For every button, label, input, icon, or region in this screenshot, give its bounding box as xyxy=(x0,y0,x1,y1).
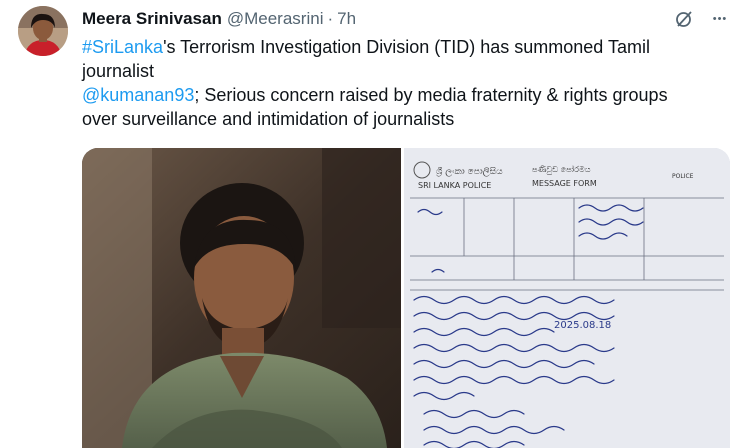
hashtag-link[interactable]: #SriLanka xyxy=(82,37,163,57)
form-date: 2025.08.18 xyxy=(554,320,611,331)
media-grid: ශ්‍රී ලංකා පොලිසිය SRI LANKA POLICE පණිව… xyxy=(82,148,730,448)
form-header-sinhala: ශ්‍රී ලංකා පොලිසිය xyxy=(435,166,503,177)
more-icon[interactable]: ••• xyxy=(709,8,731,30)
separator-dot: · xyxy=(327,9,334,28)
tweet-text-segment: 's Terrorism Investigation Division (TID… xyxy=(163,37,650,57)
tweet-text-line-2: journalist xyxy=(82,61,155,81)
message-form-image: ශ්‍රී ලංකා පොලිසිය SRI LANKA POLICE පණිව… xyxy=(404,148,730,448)
tweet-header: Meera Srinivasan @Meerasrini · 7h xyxy=(82,8,356,30)
tweet-text: #SriLanka's Terrorism Investigation Divi… xyxy=(82,35,732,131)
form-police-label: POLICE xyxy=(672,173,694,180)
author-name[interactable]: Meera Srinivasan xyxy=(82,9,222,29)
form-header-en: SRI LANKA POLICE xyxy=(418,181,491,190)
avatar-image xyxy=(18,6,68,56)
tweet-text-line-4: over surveillance and intimidation of jo… xyxy=(82,109,455,129)
tweet[interactable]: Meera Srinivasan @Meerasrini · 7h ••• #S… xyxy=(0,0,749,448)
tweet-text-line-3: @kumanan93; Serious concern raised by me… xyxy=(82,83,732,107)
grok-icon[interactable] xyxy=(673,8,695,30)
form-title-en: MESSAGE FORM xyxy=(532,179,597,188)
journalist-photo-image xyxy=(82,148,401,448)
avatar[interactable] xyxy=(18,6,68,56)
tweet-text-line-1: #SriLanka's Terrorism Investigation Divi… xyxy=(82,35,732,59)
journalist-photo[interactable] xyxy=(82,148,401,448)
message-form-photo[interactable]: ශ්‍රී ලංකා පොලිසිය SRI LANKA POLICE පණිව… xyxy=(404,148,730,448)
mention-link[interactable]: @kumanan93 xyxy=(82,85,194,105)
timestamp[interactable]: 7h xyxy=(337,9,356,29)
author-handle[interactable]: @Meerasrini xyxy=(227,9,324,29)
form-title-sinhala: පණිවුඩ පෝරමය xyxy=(532,164,591,174)
tweet-actions: ••• xyxy=(673,8,731,30)
tweet-text-segment: ; Serious concern raised by media frater… xyxy=(194,85,668,105)
